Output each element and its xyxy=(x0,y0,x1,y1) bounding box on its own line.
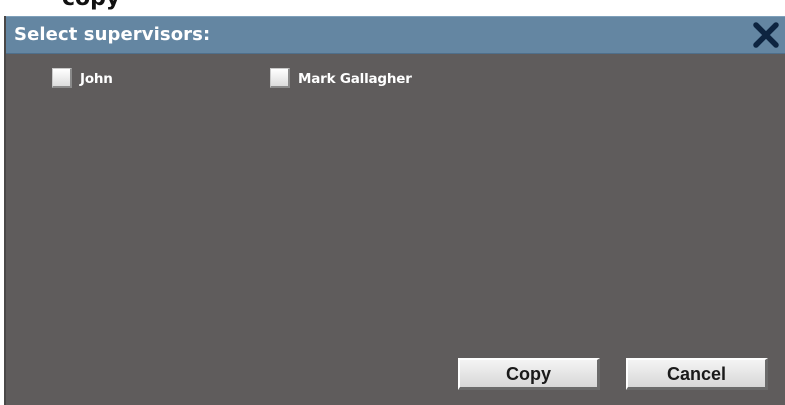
close-button[interactable] xyxy=(751,20,781,50)
page-heading-fragment: copy xyxy=(62,0,120,11)
checkbox-john[interactable] xyxy=(52,68,72,88)
dialog-titlebar: Select supervisors: xyxy=(6,16,785,54)
supervisor-label-john: John xyxy=(80,71,113,87)
cancel-button[interactable]: Cancel xyxy=(626,358,768,390)
dialog-title: Select supervisors: xyxy=(14,24,211,45)
select-supervisors-dialog: Select supervisors: John Mark Gallagher … xyxy=(4,16,785,405)
screen: copy Select supervisors: John Mark Galla… xyxy=(0,0,785,405)
supervisor-label-mark-gallagher: Mark Gallagher xyxy=(298,71,412,87)
copy-button[interactable]: Copy xyxy=(458,358,600,390)
checkbox-mark-gallagher[interactable] xyxy=(270,68,290,88)
close-icon xyxy=(753,22,779,48)
